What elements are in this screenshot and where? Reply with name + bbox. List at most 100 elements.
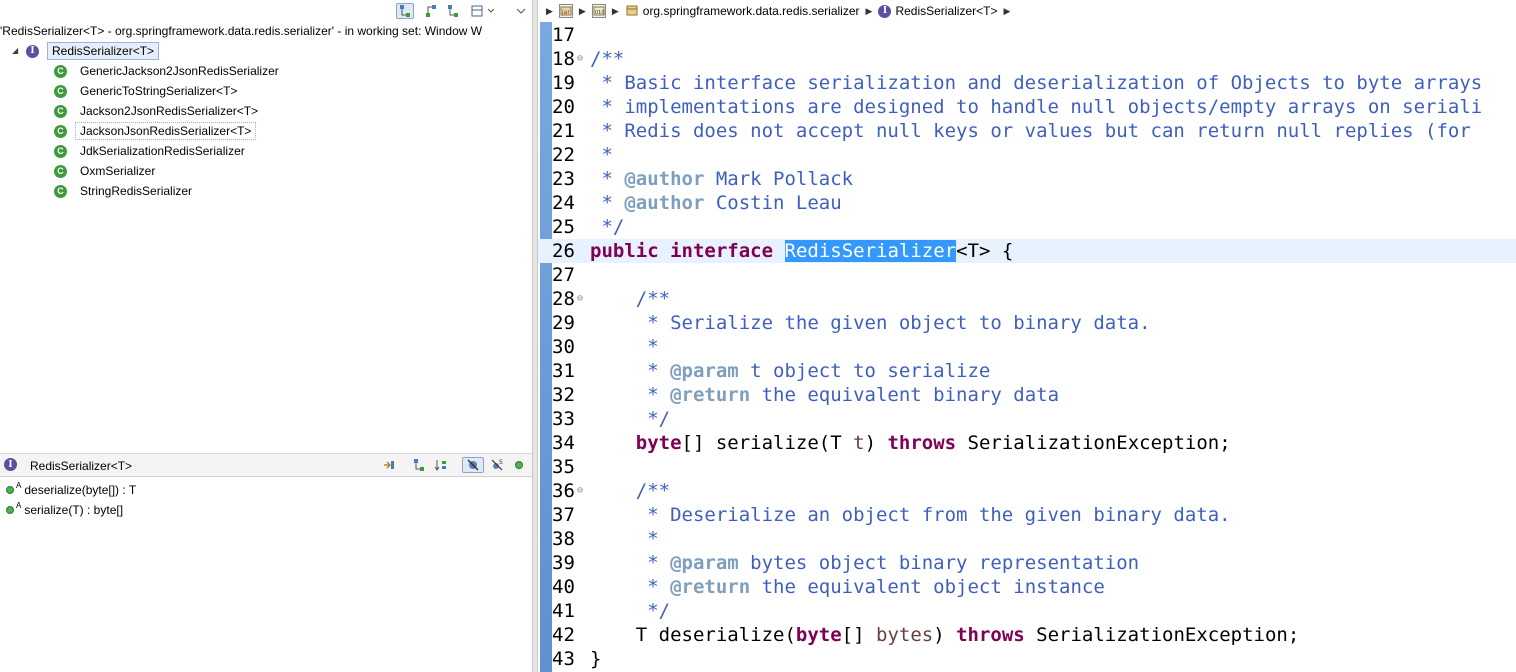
member-item[interactable]: A deserialize(byte[]) : T <box>6 480 136 500</box>
tree-node[interactable]: C Jackson2JsonRedisSerializer<T> <box>54 102 258 120</box>
code-line[interactable]: 38 * <box>538 527 1516 551</box>
chevron-right-icon[interactable]: ▶ <box>612 6 619 17</box>
tree-node[interactable]: C JdkSerializationRedisSerializer <box>54 142 245 160</box>
sort-members-icon[interactable] <box>432 457 450 473</box>
code-line[interactable]: 17 <box>538 23 1516 47</box>
code-line[interactable]: 20 * implementations are designed to han… <box>538 95 1516 119</box>
code-line[interactable]: 30 * <box>538 335 1516 359</box>
chevron-right-icon[interactable]: ▶ <box>866 6 873 17</box>
code-line[interactable]: 25 */ <box>538 215 1516 239</box>
code-line[interactable]: 39 * @param bytes object binary represen… <box>538 551 1516 575</box>
code-text[interactable]: */ <box>590 215 624 239</box>
layout-dropdown-icon[interactable] <box>486 3 496 19</box>
type-hierarchy-icon[interactable] <box>396 3 414 19</box>
hide-static-icon[interactable]: S <box>488 457 506 473</box>
view-menu-icon[interactable] <box>512 3 530 19</box>
code-text[interactable]: * @param bytes object binary representat… <box>590 551 1139 575</box>
code-line[interactable]: 22 * <box>538 143 1516 167</box>
code-text[interactable]: /** <box>590 47 624 71</box>
code-line[interactable]: 36 ⊖ /** <box>538 479 1516 503</box>
code-text[interactable]: public interface RedisSerializer<T> { <box>590 239 1013 263</box>
collapse-icon[interactable]: ◢ <box>12 42 22 60</box>
code-token: [] serialize(T <box>681 432 854 454</box>
tree-node-label[interactable]: JacksonJsonRedisSerializer<T> <box>75 122 257 140</box>
code-line[interactable]: 32 * @return the equivalent binary data <box>538 383 1516 407</box>
jar-icon[interactable]: jar <box>558 4 573 18</box>
layout-icon[interactable] <box>468 3 486 19</box>
code-text[interactable]: * <box>590 143 613 167</box>
code-token: */ <box>590 600 671 622</box>
code-line[interactable]: 26 public interface RedisSerializer<T> { <box>538 239 1516 263</box>
tree-node[interactable]: C JacksonJsonRedisSerializer<T> <box>54 122 257 140</box>
code-line[interactable]: 33 */ <box>538 407 1516 431</box>
code-line[interactable]: 37 * Deserialize an object from the give… <box>538 503 1516 527</box>
code-text[interactable]: * @return the equivalent object instance <box>590 575 1105 599</box>
code-line[interactable]: 23 * @author Mark Pollack <box>538 167 1516 191</box>
supertype-icon[interactable] <box>422 3 440 19</box>
code-line[interactable]: 29 * Serialize the given object to binar… <box>538 311 1516 335</box>
code-text[interactable]: * Deserialize an object from the given b… <box>590 503 1230 527</box>
code-line[interactable]: 41 */ <box>538 599 1516 623</box>
code-text[interactable]: T deserialize(byte[] bytes) throws Seria… <box>590 623 1300 647</box>
code-text[interactable]: * Basic interface serialization and dese… <box>590 71 1482 95</box>
tree-node[interactable]: C OxmSerializer <box>54 162 155 180</box>
show-inherited-icon[interactable] <box>410 457 428 473</box>
code-line[interactable]: 27 <box>538 263 1516 287</box>
lock-view-icon[interactable] <box>380 457 398 473</box>
subtype-icon[interactable] <box>444 3 462 19</box>
breadcrumb-type[interactable]: RedisSerializer<T> <box>895 4 997 18</box>
tree-node-label[interactable]: GenericToStringSerializer<T> <box>80 82 237 100</box>
code-line[interactable]: 19 * Basic interface serialization and d… <box>538 71 1516 95</box>
hide-nonpublic-icon[interactable] <box>510 457 528 473</box>
code-text[interactable]: } <box>590 647 601 671</box>
fold-toggle-icon[interactable]: ⊖ <box>577 47 583 71</box>
code-editor[interactable]: 17 18 ⊖/** 19 * Basic interface serializati… <box>538 22 1516 672</box>
code-line[interactable]: 34 byte[] serialize(T t) throws Serializ… <box>538 431 1516 455</box>
code-line[interactable]: 24 * @author Costin Leau <box>538 191 1516 215</box>
tree-node[interactable]: C GenericJackson2JsonRedisSerializer <box>54 62 279 80</box>
fold-toggle-icon[interactable]: ⊖ <box>577 479 583 503</box>
chevron-right-icon[interactable]: ▶ <box>579 6 586 17</box>
chevron-right-icon[interactable]: ▶ <box>1003 6 1010 17</box>
member-label[interactable]: deserialize(byte[]) : T <box>24 480 136 500</box>
code-text[interactable]: */ <box>590 407 670 431</box>
tree-node-label[interactable]: Jackson2JsonRedisSerializer<T> <box>80 102 258 120</box>
tree-node[interactable]: C GenericToStringSerializer<T> <box>54 82 237 100</box>
tree-node-label[interactable]: GenericJackson2JsonRedisSerializer <box>80 62 279 80</box>
code-line[interactable]: 28 ⊖ /** <box>538 287 1516 311</box>
code-line[interactable]: 31 * @param t object to serialize <box>538 359 1516 383</box>
hide-fields-icon[interactable] <box>462 457 484 473</box>
tree-node-label[interactable]: OxmSerializer <box>80 162 155 180</box>
code-text[interactable]: */ <box>590 599 670 623</box>
breadcrumb-package[interactable]: org.springframework.data.redis.serialize… <box>643 4 860 18</box>
package-root-icon[interactable]: 010 <box>591 4 606 18</box>
code-text[interactable]: * @author Costin Leau <box>590 191 841 215</box>
code-line[interactable]: 42 T deserialize(byte[] bytes) throws Se… <box>538 623 1516 647</box>
member-item[interactable]: A serialize(T) : byte[] <box>6 500 123 520</box>
code-text[interactable]: * @author Mark Pollack <box>590 167 853 191</box>
fold-toggle-icon[interactable]: ⊖ <box>577 287 583 311</box>
code-text[interactable]: * implementations are designed to handle… <box>590 95 1482 119</box>
code-line[interactable]: 40 * @return the equivalent object insta… <box>538 575 1516 599</box>
code-line[interactable]: 21 * Redis does not accept null keys or … <box>538 119 1516 143</box>
code-text[interactable]: /** <box>590 479 670 503</box>
code-text[interactable]: * <box>590 335 658 359</box>
code-text[interactable]: * <box>590 527 658 551</box>
code-text[interactable]: /** <box>590 287 670 311</box>
code-text[interactable]: * @return the equivalent binary data <box>590 383 1059 407</box>
member-label[interactable]: serialize(T) : byte[] <box>24 500 123 520</box>
tree-root-label[interactable]: RedisSerializer<T> <box>47 42 160 60</box>
code-line[interactable]: 43} <box>538 647 1516 671</box>
tree-root-node[interactable]: ◢ I RedisSerializer<T> <box>12 42 160 60</box>
tree-node[interactable]: C StringRedisSerializer <box>54 182 192 200</box>
code-text[interactable]: byte[] serialize(T t) throws Serializati… <box>590 431 1231 455</box>
tree-node-label[interactable]: JdkSerializationRedisSerializer <box>80 142 245 160</box>
code-line[interactable]: 18 ⊖ /** <box>538 47 1516 71</box>
code-token: * <box>590 144 613 166</box>
code-line[interactable]: 35 <box>538 455 1516 479</box>
code-text[interactable]: * @param t object to serialize <box>590 359 990 383</box>
chevron-right-icon[interactable]: ▶ <box>546 6 553 17</box>
code-text[interactable]: * Redis does not accept null keys or val… <box>590 119 1470 143</box>
code-text[interactable]: * Serialize the given object to binary d… <box>590 311 1150 335</box>
tree-node-label[interactable]: StringRedisSerializer <box>80 182 192 200</box>
